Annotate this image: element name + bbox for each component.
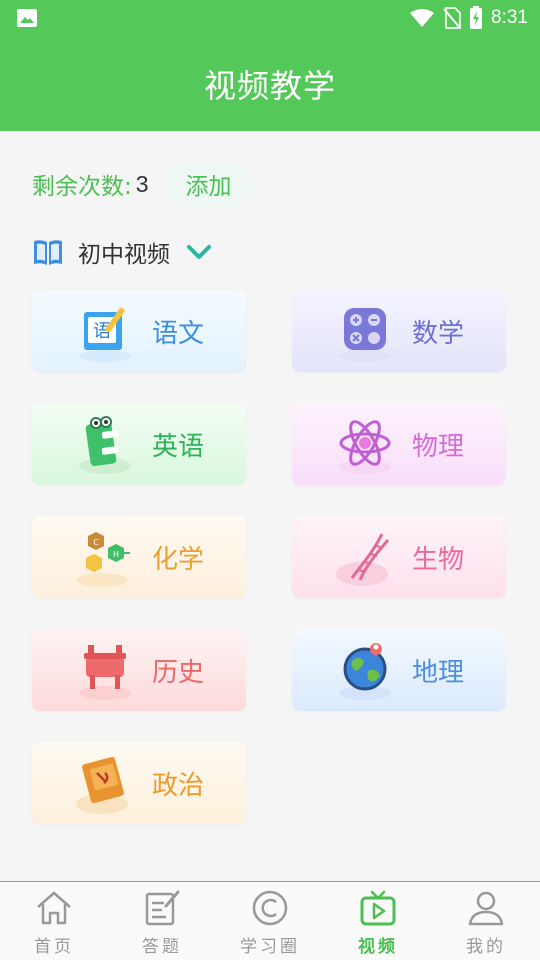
battery-charging-icon [470,6,483,29]
molecule-icon: C H [76,532,130,587]
tab-home[interactable]: 首页 [0,882,108,960]
svg-text:C: C [93,538,99,547]
subject-label: 历史 [152,657,205,688]
chevron-down-icon[interactable] [186,242,212,262]
status-bar: 8:31 [0,0,540,36]
book-icon [34,240,62,265]
tab-label: 学习圈 [240,937,300,957]
subject-label: 数学 [412,318,465,349]
status-time: 8:31 [491,7,528,28]
level-selector[interactable]: 初中视频 [32,232,212,272]
subject-card-biology[interactable]: 生物 [292,516,506,598]
subject-label: 化学 [152,544,205,575]
letter-e-mascot-icon [79,416,131,474]
chinese-book-icon: 语 [79,307,131,362]
remaining-label: 剩余次数: [32,174,132,200]
remaining-count-row: 剩余次数: 3 添加 [32,160,253,208]
edit-icon [145,890,180,926]
tab-video[interactable]: 视频 [324,882,432,960]
bottom-tab-bar: 首页 答题 学习圈 视频 我的 [0,881,540,960]
add-button[interactable]: 添加 [164,161,253,207]
wifi-icon [410,9,435,27]
subject-label: 语文 [152,318,205,349]
page-title: 视频教学 [203,66,336,105]
tab-label: 我的 [466,937,506,957]
remaining-count: 3 [135,170,149,197]
tab-me[interactable]: 我的 [432,882,540,960]
tab-label: 首页 [34,937,74,957]
dna-icon [336,533,390,586]
subject-label: 物理 [412,431,465,462]
atom-icon [339,420,391,474]
user-icon [468,891,504,926]
subject-card-english[interactable]: 英语 [32,403,246,485]
subject-label: 英语 [152,431,205,462]
subject-label: 地理 [412,657,465,688]
subject-card-physics[interactable]: 物理 [292,403,506,485]
ancient-cauldron-icon [79,645,131,700]
tab-label: 答题 [142,937,182,957]
subject-card-chemistry[interactable]: C H 化学 [32,516,246,598]
subject-card-history[interactable]: 历史 [32,629,246,711]
home-icon [37,891,71,925]
subject-card-math[interactable]: 数学 [292,290,506,372]
subject-card-chinese[interactable]: 语 语文 [32,290,246,372]
app-header: 视频教学 [0,36,540,131]
image-notification-icon [17,9,37,27]
tv-play-icon [360,890,396,926]
subject-card-politics[interactable]: 政治 [32,742,246,824]
no-sim-icon [443,7,462,29]
tab-study-circle[interactable]: 学习圈 [216,882,324,960]
copyright-icon [252,890,288,926]
subject-card-geography[interactable]: 地理 [292,629,506,711]
globe-icon [339,643,391,700]
subject-label: 政治 [152,770,205,801]
calculator-icon [339,308,391,362]
subject-label: 生物 [412,544,465,575]
party-book-icon [76,756,128,814]
svg-text:H: H [113,550,119,559]
tab-label: 视频 [358,937,398,957]
level-label: 初中视频 [78,242,170,268]
tab-quiz[interactable]: 答题 [108,882,216,960]
